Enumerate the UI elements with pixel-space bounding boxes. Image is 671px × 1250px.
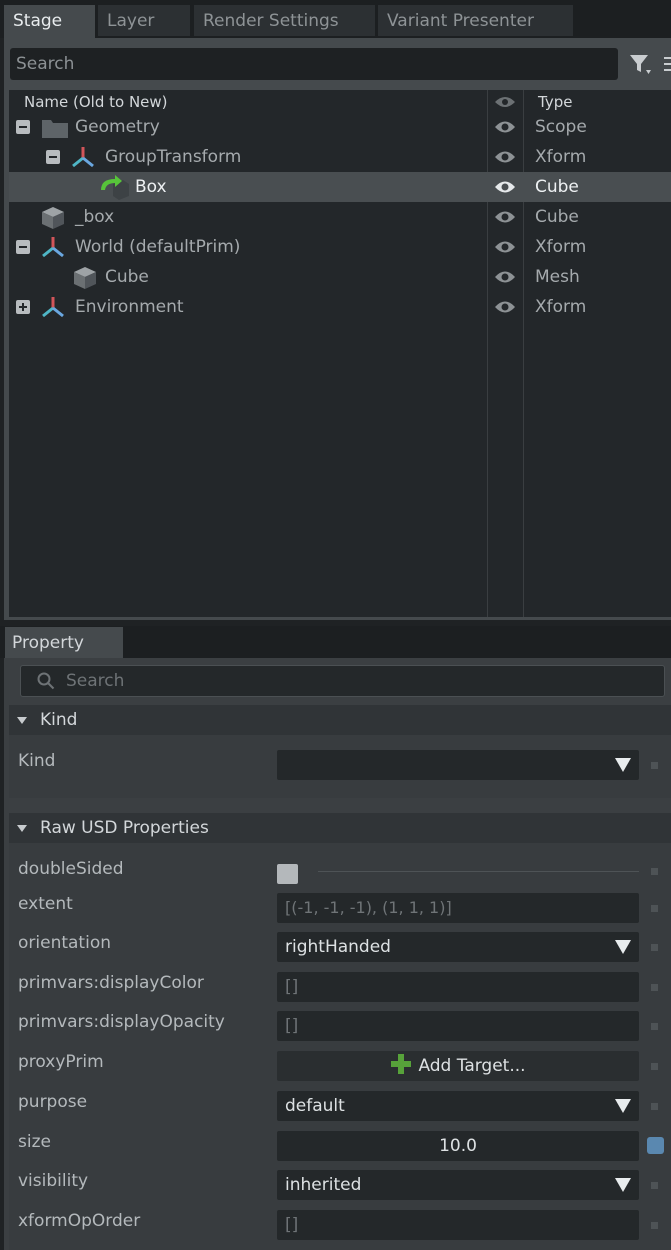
property-search-input[interactable]: Search: [20, 665, 665, 697]
displayopacity-label: primvars:displayOpacity: [18, 1012, 225, 1032]
eye-icon[interactable]: [494, 119, 516, 135]
extent-label: extent: [18, 894, 73, 914]
xformoporder-label: xformOpOrder: [18, 1211, 141, 1231]
prim-type: Mesh: [535, 267, 580, 287]
doublesided-marker[interactable]: [651, 868, 658, 875]
section-title: Raw USD Properties: [40, 818, 209, 838]
proxyprim-label: proxyPrim: [18, 1052, 104, 1072]
kind-dropdown[interactable]: [277, 750, 639, 780]
purpose-marker[interactable]: [651, 1103, 658, 1110]
tab-layer[interactable]: Layer: [98, 5, 190, 36]
prim-name: Box: [135, 177, 167, 197]
section-raw-usd-header[interactable]: Raw USD Properties: [9, 813, 671, 843]
visibility-dropdown[interactable]: inherited: [277, 1170, 639, 1200]
prim-type: Cube: [535, 177, 579, 197]
tab-render-settings[interactable]: Render Settings: [194, 5, 375, 36]
cube-icon: [41, 206, 65, 230]
eye-icon[interactable]: [494, 209, 516, 225]
eye-icon[interactable]: [494, 239, 516, 255]
size-field[interactable]: 10.0: [277, 1131, 639, 1161]
kind-label: Kind: [18, 751, 56, 771]
displaycolor-label: primvars:displayColor: [18, 973, 204, 993]
separator-line: [318, 871, 639, 872]
xform-icon: [41, 296, 65, 318]
collapse-icon[interactable]: [16, 240, 30, 254]
tab-stage[interactable]: Stage: [4, 5, 95, 38]
tree-row-selected[interactable]: Box Cube: [9, 172, 671, 202]
displayopacity-marker[interactable]: [651, 1023, 658, 1030]
tree-row[interactable]: Environment Xform: [9, 292, 671, 322]
add-target-label: Add Target...: [418, 1056, 526, 1076]
orientation-marker[interactable]: [651, 944, 658, 951]
xform-icon: [41, 236, 65, 258]
tree-row[interactable]: GroupTransform Xform: [9, 142, 671, 172]
collapse-icon[interactable]: [46, 150, 60, 164]
extent-marker[interactable]: [651, 905, 658, 912]
purpose-dropdown[interactable]: default: [277, 1091, 639, 1121]
visibility-marker[interactable]: [651, 1182, 658, 1189]
cube-icon: [73, 266, 97, 290]
size-label: size: [18, 1132, 51, 1152]
collapse-icon[interactable]: [16, 120, 30, 134]
eye-icon[interactable]: [494, 299, 516, 315]
orientation-label: orientation: [18, 933, 111, 953]
size-override-marker[interactable]: [647, 1137, 664, 1154]
prim-name: World (defaultPrim): [75, 237, 241, 257]
plus-icon: [390, 1053, 412, 1075]
collapse-triangle-icon[interactable]: [17, 717, 27, 724]
prim-name: Environment: [75, 297, 184, 317]
extent-field[interactable]: [(-1, -1, -1), (1, 1, 1)]: [277, 893, 639, 923]
prim-name: Cube: [105, 267, 149, 287]
prim-type: Cube: [535, 207, 579, 227]
prim-type: Scope: [535, 117, 587, 137]
folder-icon: [42, 117, 68, 138]
displaycolor-marker[interactable]: [651, 984, 658, 991]
displaycolor-field[interactable]: []: [277, 972, 639, 1002]
cube-reference-icon: [99, 174, 129, 200]
prim-type: Xform: [535, 237, 587, 257]
expand-icon[interactable]: [16, 300, 30, 314]
menu-icon[interactable]: [664, 55, 671, 73]
orientation-dropdown[interactable]: rightHanded: [277, 932, 639, 962]
section-kind-header[interactable]: Kind: [9, 705, 671, 735]
add-target-button[interactable]: Add Target...: [277, 1051, 639, 1081]
section-title: Kind: [40, 710, 78, 730]
xform-icon: [71, 146, 95, 168]
eye-icon[interactable]: [494, 149, 516, 165]
collapse-triangle-icon[interactable]: [17, 825, 27, 832]
visibility-header-eye-icon[interactable]: [494, 94, 516, 108]
stage-search-input[interactable]: Search: [10, 48, 618, 80]
kind-marker[interactable]: [651, 762, 658, 769]
tab-variant-presenter[interactable]: Variant Presenter: [378, 5, 573, 36]
xformoporder-marker[interactable]: [651, 1222, 658, 1229]
tab-property[interactable]: Property: [5, 627, 123, 658]
search-icon: [37, 672, 55, 690]
proxyprim-marker[interactable]: [651, 1063, 658, 1070]
doublesided-checkbox[interactable]: [277, 864, 298, 884]
purpose-label: purpose: [18, 1092, 88, 1112]
tree-row[interactable]: World (defaultPrim) Xform: [9, 232, 671, 262]
prim-name: _box: [75, 207, 115, 227]
prim-type: Xform: [535, 147, 587, 167]
prim-type: Xform: [535, 297, 587, 317]
visibility-label: visibility: [18, 1171, 89, 1191]
prim-name: Geometry: [75, 117, 160, 137]
column-header-type[interactable]: Type: [538, 93, 572, 111]
eye-icon[interactable]: [494, 269, 516, 285]
tree-row[interactable]: _box Cube: [9, 202, 671, 232]
filter-icon[interactable]: [629, 53, 653, 75]
displayopacity-field[interactable]: []: [277, 1011, 639, 1041]
tree-row[interactable]: Cube Mesh: [9, 262, 671, 292]
eye-icon[interactable]: [494, 179, 516, 195]
xformoporder-field[interactable]: []: [277, 1210, 639, 1240]
column-header-name[interactable]: Name (Old to New): [24, 93, 168, 111]
prim-name: GroupTransform: [105, 147, 242, 167]
tree-row[interactable]: Geometry Scope: [9, 112, 671, 142]
doublesided-label: doubleSided: [18, 859, 124, 879]
